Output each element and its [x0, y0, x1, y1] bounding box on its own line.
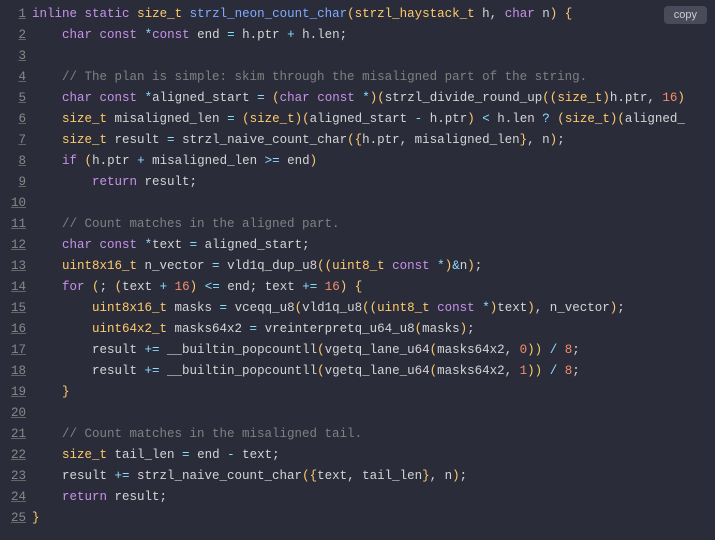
code-line: result += __builtin_popcountll(vgetq_lan… — [32, 340, 715, 361]
line-number: 7 — [0, 130, 26, 151]
line-number: 1 — [0, 4, 26, 25]
line-number: 17 — [0, 340, 26, 361]
code-line — [32, 403, 715, 424]
code-line: uint8x16_t masks = vceqq_u8(vld1q_u8((ui… — [32, 298, 715, 319]
code-line: // Count matches in the aligned part. — [32, 214, 715, 235]
code-line: // Count matches in the misaligned tail. — [32, 424, 715, 445]
code-line: size_t result = strzl_naive_count_char({… — [32, 130, 715, 151]
code-line — [32, 193, 715, 214]
line-number: 14 — [0, 277, 26, 298]
code-line: } — [32, 508, 715, 529]
line-number: 10 — [0, 193, 26, 214]
line-number: 2 — [0, 25, 26, 46]
line-number: 21 — [0, 424, 26, 445]
copy-button[interactable]: copy — [664, 6, 707, 24]
code-line: uint8x16_t n_vector = vld1q_dup_u8((uint… — [32, 256, 715, 277]
line-number: 5 — [0, 88, 26, 109]
line-number: 4 — [0, 67, 26, 88]
code-line: char const *aligned_start = (char const … — [32, 88, 715, 109]
code-line: size_t misaligned_len = (size_t)(aligned… — [32, 109, 715, 130]
line-number: 19 — [0, 382, 26, 403]
code-block: 1234567891011121314151617181920212223242… — [0, 0, 715, 529]
code-line: if (h.ptr + misaligned_len >= end) — [32, 151, 715, 172]
code-content[interactable]: inline static size_t strzl_neon_count_ch… — [32, 4, 715, 529]
code-line: result += strzl_naive_count_char({text, … — [32, 466, 715, 487]
line-number: 20 — [0, 403, 26, 424]
line-number: 8 — [0, 151, 26, 172]
code-line: char const *const end = h.ptr + h.len; — [32, 25, 715, 46]
code-line: for (; (text + 16) <= end; text += 16) { — [32, 277, 715, 298]
line-number: 16 — [0, 319, 26, 340]
code-line: uint64x2_t masks64x2 = vreinterpretq_u64… — [32, 319, 715, 340]
code-line: char const *text = aligned_start; — [32, 235, 715, 256]
line-number: 24 — [0, 487, 26, 508]
line-number: 22 — [0, 445, 26, 466]
line-number: 23 — [0, 466, 26, 487]
code-line: size_t tail_len = end - text; — [32, 445, 715, 466]
line-number: 12 — [0, 235, 26, 256]
line-number: 25 — [0, 508, 26, 529]
code-line: inline static size_t strzl_neon_count_ch… — [32, 4, 715, 25]
code-line: result += __builtin_popcountll(vgetq_lan… — [32, 361, 715, 382]
line-number-gutter: 1234567891011121314151617181920212223242… — [0, 4, 32, 529]
code-line: // The plan is simple: skim through the … — [32, 67, 715, 88]
line-number: 18 — [0, 361, 26, 382]
line-number: 3 — [0, 46, 26, 67]
line-number: 11 — [0, 214, 26, 235]
line-number: 13 — [0, 256, 26, 277]
line-number: 6 — [0, 109, 26, 130]
line-number: 15 — [0, 298, 26, 319]
code-line: return result; — [32, 487, 715, 508]
code-line: } — [32, 382, 715, 403]
code-line: return result; — [32, 172, 715, 193]
line-number: 9 — [0, 172, 26, 193]
code-line — [32, 46, 715, 67]
